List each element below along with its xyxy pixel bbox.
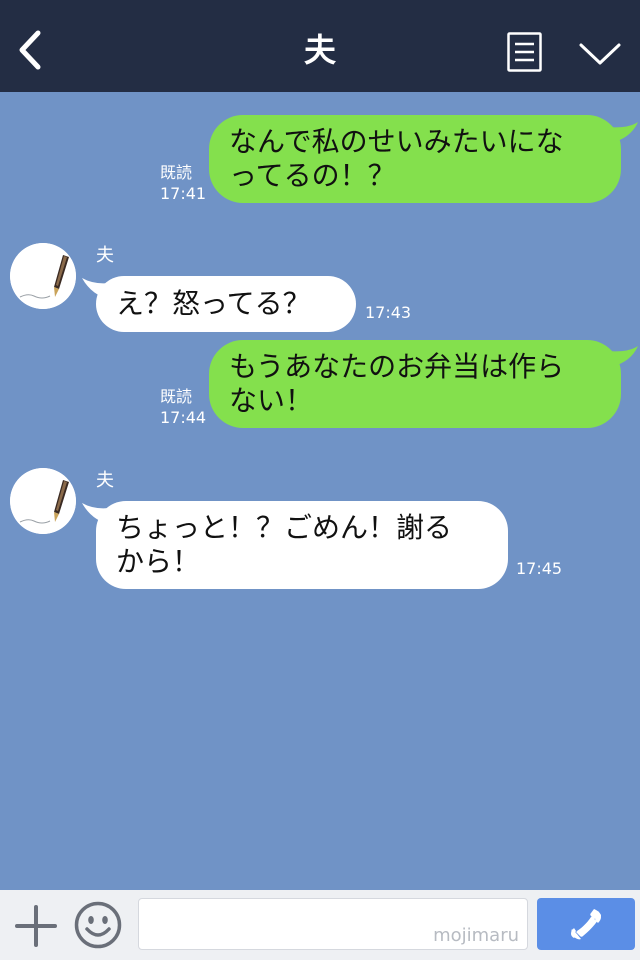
message-text: なんで私のせいみたいにな ってるの！？ [229, 125, 564, 192]
sender-name: 夫 [96, 245, 114, 266]
read-receipt: 既読 [160, 163, 193, 182]
avatar[interactable] [10, 468, 76, 534]
list-menu-icon [507, 32, 542, 72]
emoji-button[interactable] [74, 901, 122, 949]
call-button[interactable] [537, 898, 635, 950]
message-text: もうあなたのお弁当は作ら ない！ [229, 350, 565, 417]
pen-icon [10, 468, 76, 534]
sender-name: 夫 [96, 470, 114, 491]
add-button[interactable] [14, 904, 58, 948]
message-text: え？怒ってる？ [116, 287, 311, 320]
sent-message[interactable]: なんで私のせいみたいにな ってるの！？ [209, 115, 621, 203]
input-bar: mojimaru [0, 890, 640, 960]
chat-header: 夫 [0, 0, 640, 92]
menu-button[interactable] [507, 32, 542, 72]
collapse-button[interactable] [578, 38, 622, 68]
chat-area[interactable]: 既読 17:41 なんで私のせいみたいにな ってるの！？ 夫 え？怒ってる？ 1… [0, 92, 640, 890]
pen-icon [10, 243, 76, 309]
message-meta: 既読 17:41 [160, 162, 206, 204]
received-message[interactable]: ちょっと！？ごめん！謝る から！ [96, 501, 508, 589]
avatar[interactable] [10, 243, 76, 309]
smiley-icon [74, 901, 122, 949]
message-time: 17:41 [160, 184, 207, 203]
chat-title: 夫 [303, 31, 336, 69]
message-meta: 既読 17:44 [160, 386, 206, 428]
message-input[interactable]: mojimaru [138, 898, 528, 950]
sent-message[interactable]: もうあなたのお弁当は作ら ない！ [209, 340, 621, 428]
read-receipt: 既読 [160, 387, 193, 406]
plus-icon [15, 905, 57, 947]
message-text: ちょっと！？ごめん！謝る から！ [116, 511, 453, 578]
message-time: 17:44 [160, 408, 207, 427]
message-time: 17:43 [365, 303, 412, 322]
chevron-down-icon [579, 43, 621, 65]
message-time: 17:45 [516, 559, 563, 578]
phone-icon [571, 909, 601, 940]
received-message[interactable]: え？怒ってる？ [96, 276, 356, 332]
watermark: mojimaru [433, 925, 519, 946]
